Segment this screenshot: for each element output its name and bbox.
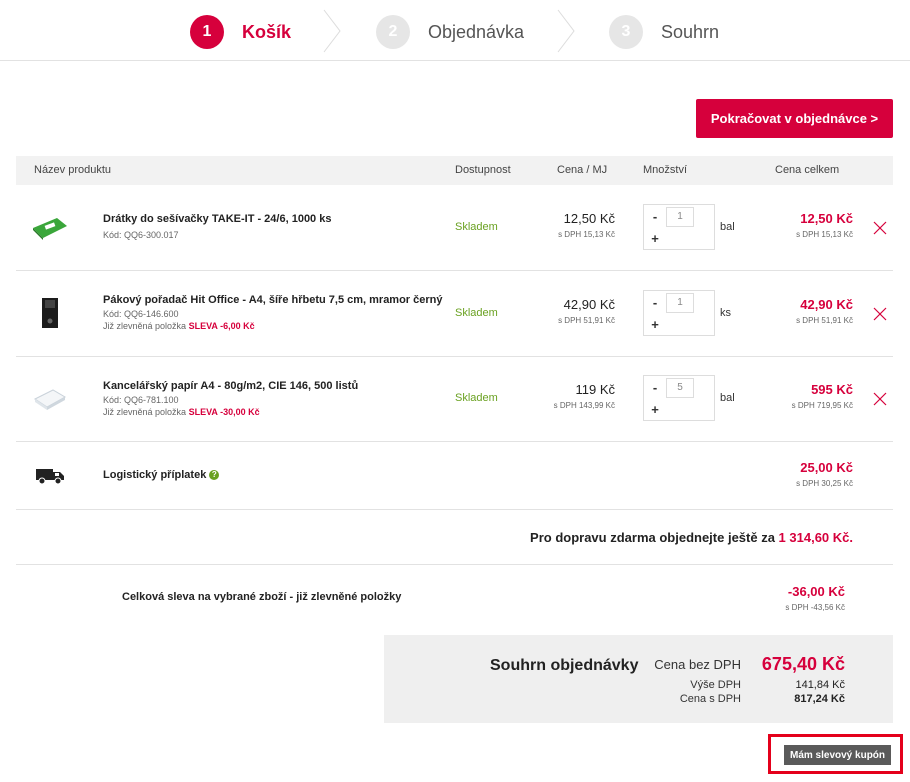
continue-order-button[interactable]: Pokračovat v objednávce >	[696, 99, 893, 138]
free-shipping-message: Pro dopravu zdarma objednejte ještě za 1…	[530, 530, 853, 545]
header-quantity: Množství	[643, 164, 688, 176]
quantity-unit: ks	[720, 307, 731, 319]
item-total-price: 42,90 Kč	[800, 297, 853, 312]
price-excl-vat-label: Cena bez DPH	[654, 657, 741, 672]
unit-price-vat: s DPH 143,99 Kč	[553, 401, 615, 410]
coupon-highlight-frame: Mám slevový kupón	[768, 734, 903, 774]
quantity-stepper: - 1 +	[643, 290, 715, 336]
discount-note-text: Již zlevněná položka	[103, 321, 189, 331]
quantity-decrease-button[interactable]: -	[644, 205, 666, 227]
discount-amount: SLEVA -30,00 Kč	[188, 407, 260, 417]
product-name-link[interactable]: Kancelářský papír A4 - 80g/m2, CIE 146, …	[103, 380, 358, 392]
item-total-vat: s DPH 719,95 Kč	[791, 401, 853, 410]
quantity-input[interactable]: 5	[666, 378, 694, 398]
unit-price: 12,50 Kč	[563, 211, 615, 226]
product-code: Kód: QQ6-781.100	[103, 395, 179, 405]
price-incl-vat-value: 817,24 Kč	[794, 693, 845, 705]
quantity-input[interactable]: 1	[666, 293, 694, 313]
discount-note: Již zlevněná položka SLEVA -6,00 Kč	[103, 321, 255, 331]
product-name-link[interactable]: Drátky do sešívačky TAKE-IT - 24/6, 1000…	[103, 213, 331, 225]
step-label: Objednávka	[428, 21, 525, 42]
total-discount-vat: s DPH -43,56 Kč	[785, 603, 845, 612]
remove-item-icon[interactable]	[873, 307, 887, 321]
logistic-surcharge-price: 25,00 Kč	[800, 460, 853, 475]
price-incl-vat-label: Cena s DPH	[679, 693, 741, 705]
unit-price: 119 Kč	[575, 382, 615, 397]
logistic-surcharge-label: Logistický příplatek?	[103, 469, 220, 481]
remove-item-icon[interactable]	[873, 221, 887, 235]
item-total-price: 595 Kč	[811, 382, 853, 397]
discount-note: Již zlevněná položka SLEVA -30,00 Kč	[103, 407, 260, 417]
product-thumbnail[interactable]	[30, 379, 70, 419]
cart-item-row: Drátky do sešívačky TAKE-IT - 24/6, 1000…	[16, 185, 893, 271]
quantity-stepper: - 1 +	[643, 204, 715, 250]
cart-item-row: Pákový pořadač Hit Office - A4, šíře hřb…	[16, 271, 893, 357]
header-unit-price: Cena / MJ	[557, 164, 608, 176]
availability-status: Skladem	[455, 392, 498, 404]
free-shipping-amount: 1 314,60 Kč.	[778, 530, 853, 545]
product-name-link[interactable]: Pákový pořadač Hit Office - A4, šíře hřb…	[103, 294, 443, 306]
item-total-vat: s DPH 51,91 Kč	[796, 316, 853, 325]
unit-price: 42,90 Kč	[563, 297, 615, 312]
truck-icon	[30, 456, 70, 496]
item-total-price: 12,50 Kč	[800, 211, 853, 226]
step-number: 3	[609, 15, 643, 49]
chevron-right-icon	[557, 9, 575, 53]
remove-item-icon[interactable]	[873, 392, 887, 406]
checkout-stepper: 1 Košík 2 Objednávka 3 Souhrn	[0, 0, 910, 61]
step-number: 2	[376, 15, 410, 49]
vat-amount-label: Výše DPH	[690, 679, 741, 691]
product-code: Kód: QQ6-300.017	[103, 230, 179, 240]
product-thumbnail[interactable]	[30, 293, 70, 333]
step-label: Souhrn	[661, 21, 720, 42]
availability-status: Skladem	[455, 221, 498, 233]
quantity-increase-button[interactable]: +	[644, 313, 666, 335]
quantity-unit: bal	[720, 392, 735, 404]
quantity-decrease-button[interactable]: -	[644, 376, 666, 398]
total-discount-value: -36,00 Kč	[787, 584, 845, 599]
discount-coupon-button[interactable]: Mám slevový kupón	[784, 745, 891, 765]
step-number: 1	[190, 15, 224, 49]
unit-price-vat: s DPH 51,91 Kč	[558, 316, 615, 325]
quantity-stepper: - 5 +	[643, 375, 715, 421]
vat-amount-value: 141,84 Kč	[795, 679, 845, 691]
header-total: Cena celkem	[775, 164, 840, 176]
step-summary[interactable]: 3 Souhrn	[609, 14, 719, 50]
unit-price-vat: s DPH 15,13 Kč	[558, 230, 615, 239]
quantity-increase-button[interactable]: +	[644, 227, 666, 249]
header-availability: Dostupnost	[455, 164, 511, 176]
quantity-increase-button[interactable]: +	[644, 398, 666, 420]
help-icon[interactable]: ?	[209, 470, 220, 480]
logistic-surcharge-vat: s DPH 30,25 Kč	[796, 479, 853, 488]
price-excl-vat-value: 675,40 Kč	[761, 654, 845, 674]
quantity-unit: bal	[720, 221, 735, 233]
quantity-input[interactable]: 1	[666, 207, 694, 227]
product-code: Kód: QQ6-146.600	[103, 309, 179, 319]
order-summary-title: Souhrn objednávky	[490, 657, 639, 674]
availability-status: Skladem	[455, 307, 498, 319]
cart-item-row: Kancelářský papír A4 - 80g/m2, CIE 146, …	[16, 357, 893, 442]
step-label: Košík	[242, 21, 292, 42]
order-summary-box: Souhrn objednávky Cena bez DPH 675,40 Kč…	[384, 635, 893, 723]
step-cart[interactable]: 1 Košík	[190, 14, 291, 50]
product-thumbnail[interactable]	[30, 208, 70, 248]
chevron-right-icon	[323, 9, 341, 53]
logistic-surcharge-text: Logistický příplatek	[103, 469, 207, 481]
header-product-name: Název produktu	[34, 164, 112, 176]
step-order[interactable]: 2 Objednávka	[376, 14, 524, 50]
discount-note-text: Již zlevněná položka	[103, 407, 189, 417]
quantity-decrease-button[interactable]: -	[644, 291, 666, 313]
cart-table-header: Název produktu Dostupnost Cena / MJ Množ…	[16, 156, 893, 185]
discount-amount: SLEVA -6,00 Kč	[188, 321, 255, 331]
free-shipping-text: Pro dopravu zdarma objednejte ještě za	[530, 530, 779, 545]
total-discount-label: Celková sleva na vybrané zboží - již zle…	[122, 591, 402, 603]
logistic-surcharge-row: Logistický příplatek? 25,00 Kč s DPH 30,…	[16, 442, 893, 510]
item-total-vat: s DPH 15,13 Kč	[796, 230, 853, 239]
